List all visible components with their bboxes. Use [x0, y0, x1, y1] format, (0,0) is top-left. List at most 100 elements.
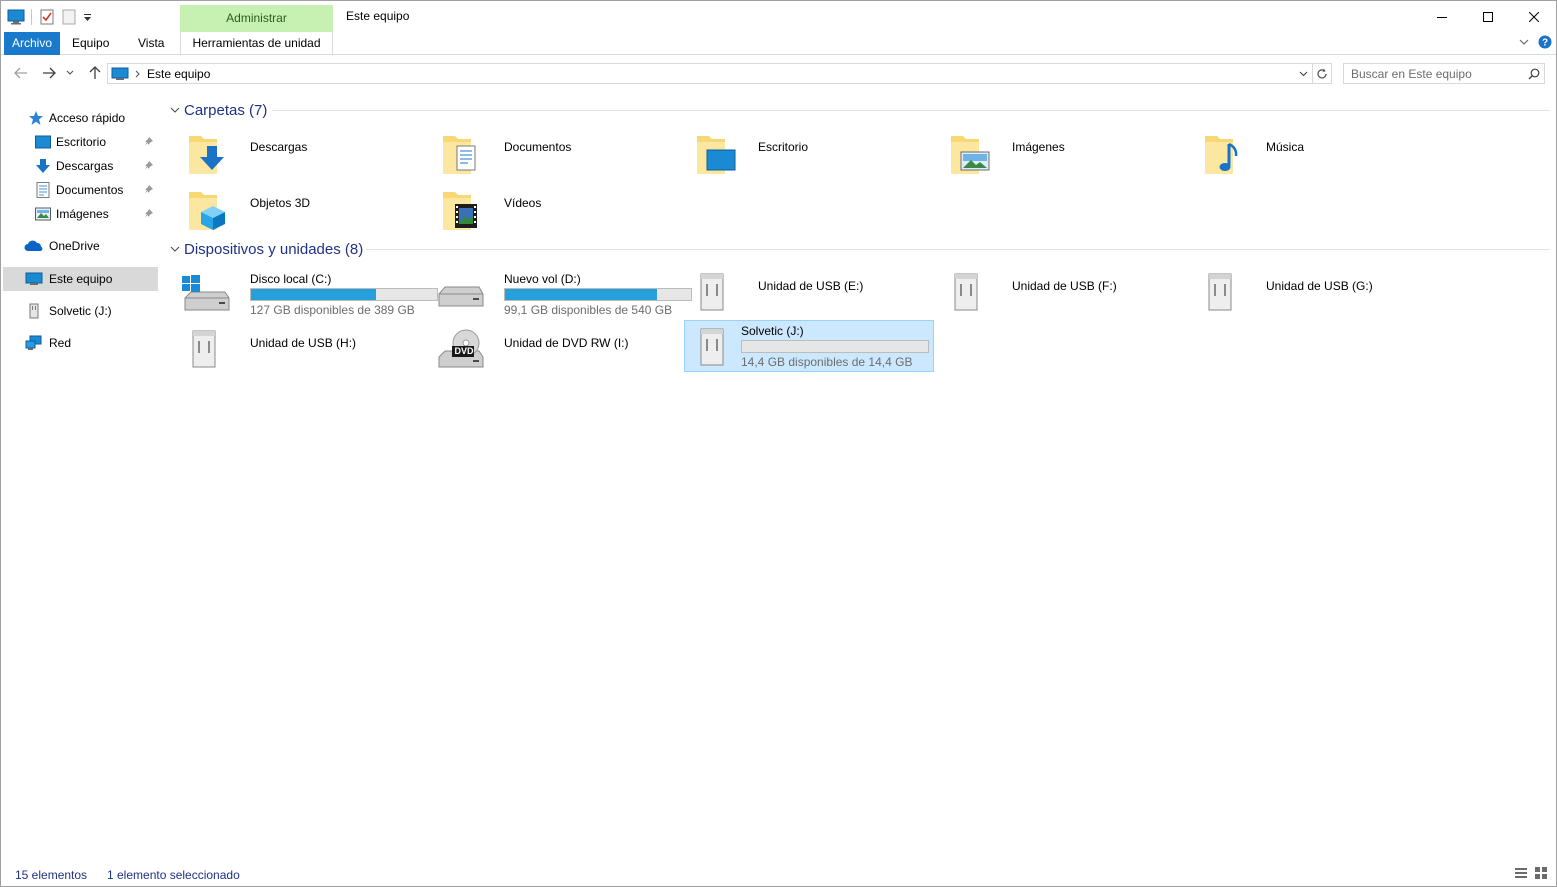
- sidebar-item-solvetic[interactable]: Solvetic (J:): [3, 299, 158, 323]
- sidebar-item-onedrive[interactable]: OneDrive: [3, 234, 158, 258]
- customize-toolbar-icon[interactable]: [82, 8, 92, 26]
- drive-usage-fill: [505, 289, 657, 300]
- search-icon[interactable]: [1524, 68, 1544, 80]
- chevron-down-icon[interactable]: [168, 246, 182, 253]
- chevron-down-icon[interactable]: [168, 107, 182, 114]
- expand-ribbon-icon[interactable]: [1518, 36, 1530, 51]
- sidebar-item-imagenes[interactable]: Imágenes: [3, 202, 158, 226]
- sidebar-item-red[interactable]: Red: [3, 331, 158, 355]
- search-input[interactable]: [1344, 64, 1524, 83]
- this-pc-icon: [23, 270, 45, 288]
- large-icons-view-icon[interactable]: [1534, 866, 1548, 883]
- drive-j[interactable]: Solvetic (J:) 14,4 GB disponibles de 14,…: [684, 320, 934, 372]
- maximize-button[interactable]: [1465, 1, 1511, 32]
- content-pane: Carpetas (7) Descargas Documentos Escrit…: [164, 96, 1554, 856]
- download-icon: [34, 157, 52, 175]
- windows-drive-icon: [182, 275, 230, 311]
- tab-archivo[interactable]: Archivo: [4, 32, 61, 55]
- tab-vista[interactable]: Vista: [128, 32, 174, 55]
- pin-icon[interactable]: [144, 208, 154, 221]
- drive-c[interactable]: Disco local (C:) 127 GB disponibles de 3…: [181, 266, 438, 318]
- address-bar[interactable]: Este equipo: [107, 63, 1313, 84]
- usb-drive-icon: [954, 273, 978, 311]
- drive-label: Unidad de DVD RW (I:): [504, 336, 629, 350]
- search-box[interactable]: [1343, 63, 1545, 84]
- pin-icon[interactable]: [144, 160, 154, 173]
- folder-musica[interactable]: Música: [1197, 128, 1447, 180]
- document-icon: [34, 181, 52, 199]
- tab-herramientas-de-unidad[interactable]: Herramientas de unidad: [180, 32, 333, 56]
- pin-icon[interactable]: [144, 184, 154, 197]
- item-count: 15 elementos: [15, 868, 88, 882]
- drive-e[interactable]: Unidad de USB (E:): [689, 266, 939, 318]
- details-view-icon[interactable]: [1514, 866, 1528, 883]
- folder-objetos-3d[interactable]: Objetos 3D: [181, 184, 431, 236]
- sidebar-item-documentos[interactable]: Documentos: [3, 178, 158, 202]
- group-divider: [272, 110, 1550, 111]
- sidebar-item-descargas[interactable]: Descargas: [3, 154, 158, 178]
- breadcrumb-separator-icon[interactable]: [135, 70, 141, 78]
- sidebar-item-este-equipo[interactable]: Este equipo: [3, 267, 158, 291]
- group-header-folders[interactable]: Carpetas (7): [168, 100, 267, 120]
- drive-i[interactable]: DVD Unidad de DVD RW (I:): [435, 323, 685, 375]
- drive-usage-bar: [250, 288, 438, 301]
- drive-free-space: 127 GB disponibles de 389 GB: [250, 303, 415, 317]
- navigation-pane: Acceso rápido Escritorio Descargas Docum…: [1, 96, 161, 856]
- up-button[interactable]: [85, 63, 105, 83]
- sidebar-item-quick-access[interactable]: Acceso rápido: [3, 106, 158, 130]
- sidebar-item-label: Este equipo: [49, 272, 113, 286]
- ribbon-controls: ?: [1518, 35, 1552, 52]
- tab-equipo[interactable]: Equipo: [62, 32, 119, 55]
- folder-descargas[interactable]: Descargas: [181, 128, 431, 180]
- drive-h[interactable]: Unidad de USB (H:): [181, 323, 431, 375]
- downloads-folder-icon: [189, 136, 224, 174]
- sidebar-item-label: Acceso rápido: [49, 111, 126, 125]
- properties-icon[interactable]: [38, 8, 56, 26]
- drive-g[interactable]: Unidad de USB (G:): [1197, 266, 1447, 318]
- folder-imagenes[interactable]: Imágenes: [943, 128, 1193, 180]
- close-button[interactable]: [1511, 1, 1557, 32]
- music-folder-icon: [1205, 136, 1238, 174]
- drive-d[interactable]: Nuevo vol (D:) 99,1 GB disponibles de 54…: [435, 266, 692, 318]
- folder-label: Escritorio: [758, 140, 809, 154]
- svg-text:?: ?: [1542, 38, 1548, 49]
- new-folder-icon[interactable]: [60, 8, 78, 26]
- breadcrumb-item[interactable]: Este equipo: [147, 67, 210, 81]
- this-pc-icon: [111, 67, 129, 81]
- selection-count: 1 elemento seleccionado: [107, 868, 240, 882]
- pictures-folder-icon: [951, 136, 990, 174]
- minimize-button[interactable]: [1419, 1, 1465, 32]
- recent-locations-button[interactable]: [64, 63, 76, 83]
- drive-f[interactable]: Unidad de USB (F:): [943, 266, 1193, 318]
- drive-label: Nuevo vol (D:): [504, 272, 581, 286]
- window-title: Este equipo: [346, 9, 410, 23]
- usb-drive-icon: [1208, 273, 1232, 311]
- this-pc-icon[interactable]: [7, 8, 25, 26]
- status-bar: 15 elementos 1 elemento seleccionado: [1, 863, 1556, 886]
- sidebar-item-label: Solvetic (J:): [49, 304, 112, 318]
- address-history-dropdown[interactable]: [1296, 65, 1310, 82]
- dvd-badge: DVD: [454, 346, 474, 356]
- refresh-button[interactable]: [1313, 63, 1332, 84]
- usb-drive-icon: [700, 328, 724, 366]
- folder-videos[interactable]: Vídeos: [435, 184, 685, 236]
- folder-documentos[interactable]: Documentos: [435, 128, 685, 180]
- folder-label: Música: [1266, 140, 1305, 154]
- help-icon[interactable]: ?: [1538, 35, 1552, 52]
- back-button[interactable]: [11, 63, 31, 83]
- documents-folder-icon: [443, 136, 476, 174]
- pictures-icon: [34, 205, 52, 223]
- group-divider: [366, 249, 1550, 250]
- folder-label: Imágenes: [1012, 140, 1065, 154]
- pin-icon[interactable]: [144, 136, 154, 149]
- drive-label: Disco local (C:): [250, 272, 332, 286]
- forward-button[interactable]: [39, 63, 59, 83]
- group-title: Dispositivos y unidades (8): [184, 240, 364, 258]
- group-header-devices[interactable]: Dispositivos y unidades (8): [168, 239, 363, 259]
- desktop-folder-icon: [697, 136, 736, 174]
- sidebar-item-escritorio[interactable]: Escritorio: [3, 130, 158, 154]
- drive-label: Unidad de USB (G:): [1266, 279, 1373, 293]
- drive-usage-bar: [741, 340, 929, 353]
- usb-drive-icon: [192, 330, 216, 368]
- folder-escritorio[interactable]: Escritorio: [689, 128, 939, 180]
